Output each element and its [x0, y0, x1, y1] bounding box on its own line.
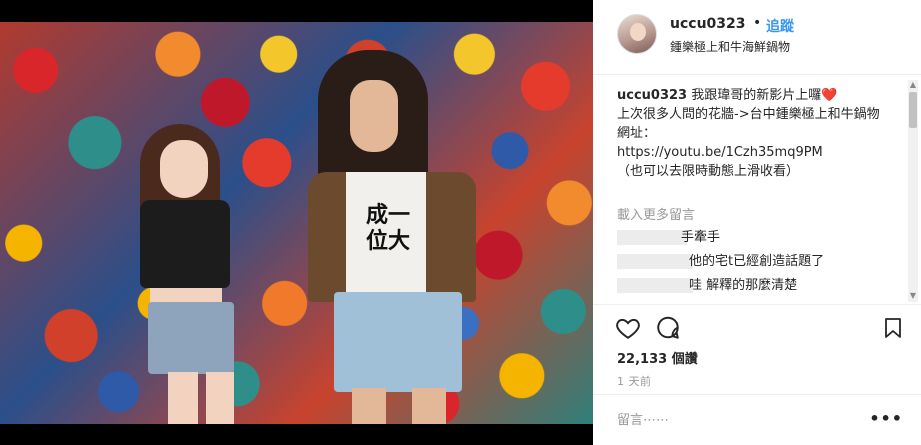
comment-row: 他的宅t已經創造話題了 — [617, 252, 907, 272]
comment-username-redacted[interactable] — [617, 230, 687, 245]
comment-input[interactable] — [617, 409, 857, 431]
more-dots-icon[interactable]: ••• — [869, 409, 903, 428]
photo-girl-face — [160, 140, 208, 198]
photo-guy-shorts — [334, 292, 462, 392]
post-photo[interactable]: 成一位大 — [0, 22, 593, 424]
scroll-down-arrow-icon[interactable]: ▼ — [908, 291, 918, 301]
photo-guy-face — [350, 80, 398, 152]
location-link[interactable]: 鍾樂極上和牛海鮮鍋物 — [670, 38, 790, 55]
heart-outline-icon[interactable] — [615, 315, 643, 343]
header-username[interactable]: uccu0323 — [670, 16, 746, 32]
photo-girl-shorts — [148, 302, 234, 374]
bookmark-icon[interactable] — [881, 315, 909, 343]
likes-count[interactable]: 22,133 個讚 — [617, 348, 698, 367]
scroll-up-arrow-icon[interactable]: ▲ — [908, 80, 918, 90]
comment-text: 手牽手 — [681, 230, 721, 245]
post-caption: uccu0323 我跟瑋哥的新影片上囉❤️ 上次很多人問的花牆->台中鍾樂極上和… — [617, 86, 907, 181]
caption-body: 上次很多人問的花牆->台中鍾樂極上和牛鍋物 網址： https://youtu.… — [617, 107, 880, 179]
photo-guy-leg — [412, 388, 446, 424]
photo-shirt-text: 成一位大 — [365, 202, 410, 254]
comment-text: 哇 解釋的那麼清楚 — [689, 278, 798, 293]
header-separator: • — [753, 15, 762, 31]
comment-text: 他的宅t已經創造話題了 — [689, 254, 825, 269]
action-bar — [593, 304, 921, 352]
photo-guy-leg — [352, 388, 386, 424]
post-timestamp[interactable]: 1 天前 — [617, 373, 652, 389]
photo-girl-leg — [168, 372, 198, 424]
comments-list[interactable]: uccu0323 我跟瑋哥的新影片上囉❤️ 上次很多人問的花牆->台中鍾樂極上和… — [593, 76, 921, 304]
caption-username[interactable]: uccu0323 — [617, 88, 687, 103]
post-media[interactable]: 成一位大 — [0, 0, 593, 445]
add-comment-bar: ••• — [593, 394, 921, 445]
follow-button[interactable]: 追蹤 — [766, 16, 794, 36]
post-header: uccu0323 • 追蹤 鍾樂極上和牛海鮮鍋物 — [593, 0, 921, 75]
comment-icon[interactable] — [655, 315, 683, 343]
comment-row: 哇 解釋的那麼清楚 — [617, 276, 907, 296]
comment-row: 手牽手 — [617, 228, 907, 248]
caption-text: 我跟瑋哥的新影片上囉 — [687, 88, 822, 103]
comment-username-redacted[interactable] — [617, 278, 693, 293]
load-more-comments-button[interactable]: 載入更多留言 — [617, 204, 695, 223]
avatar[interactable] — [617, 14, 657, 54]
comment-username-redacted[interactable] — [617, 254, 693, 269]
photo-girl-leg — [206, 372, 234, 424]
post-side-panel: uccu0323 • 追蹤 鍾樂極上和牛海鮮鍋物 uccu0323 我跟瑋哥的新… — [593, 0, 921, 445]
scrollbar-thumb[interactable] — [909, 92, 917, 128]
heart-emoji: ❤️ — [821, 88, 838, 103]
photo-girl-top — [140, 200, 230, 288]
